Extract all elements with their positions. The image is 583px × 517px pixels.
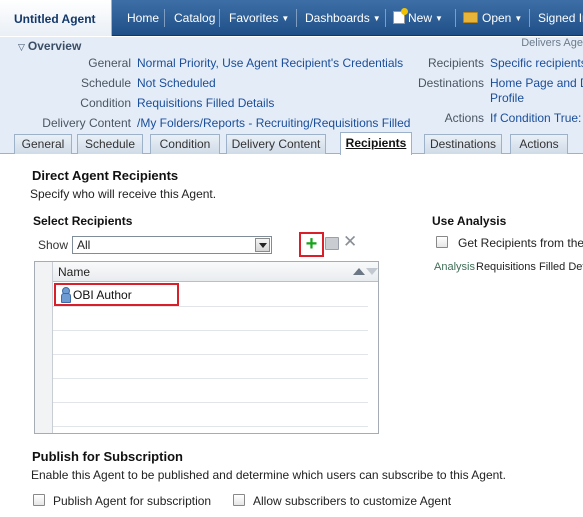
folder-icon xyxy=(463,12,478,23)
global-header: Untitled Agent Home Catalog Favorites ▼ D… xyxy=(0,0,583,36)
table-row-empty xyxy=(53,379,368,403)
nav-catalog[interactable]: Catalog xyxy=(174,0,215,36)
show-filter-select[interactable]: All xyxy=(72,236,272,254)
table-row-empty xyxy=(53,403,368,427)
table-row-empty xyxy=(53,307,368,331)
add-recipient-button[interactable]: + xyxy=(299,232,324,257)
overview-delivers-text: Delivers Age xyxy=(521,37,583,49)
nav-separator xyxy=(219,9,220,27)
overview-actions-label: Actions xyxy=(444,111,484,125)
overview-recipients-link[interactable]: Specific recipients xyxy=(490,56,583,70)
chevron-down-icon: ▼ xyxy=(435,14,443,23)
delete-icon[interactable]: ✕ xyxy=(343,233,357,251)
add-icon: + xyxy=(305,233,318,255)
nav-catalog-label: Catalog xyxy=(174,11,216,25)
table-header: Name xyxy=(53,262,378,282)
chevron-down-icon: ▼ xyxy=(372,14,381,23)
allow-customize-label: Allow subscribers to customize Agent xyxy=(253,494,452,508)
column-header-name[interactable]: Name xyxy=(58,265,90,279)
overview-recipients-label: Recipients xyxy=(427,56,484,70)
publish-description: Enable this Agent to be published and de… xyxy=(31,468,506,482)
nav-separator xyxy=(385,9,386,27)
sort-ascending-icon[interactable] xyxy=(353,268,365,275)
nav-home[interactable]: Home xyxy=(127,0,159,36)
tab-delivery-content[interactable]: Delivery Content xyxy=(226,134,326,154)
nav-signed-in[interactable]: Signed In xyxy=(538,0,583,36)
overview-title: Overview xyxy=(27,39,82,53)
overview-destinations-link[interactable]: Home Page and Das xyxy=(490,76,583,90)
publish-heading: Publish for Subscription xyxy=(32,449,183,464)
nav-new[interactable]: New ▼ xyxy=(393,0,443,36)
select-recipients-heading: Select Recipients xyxy=(33,214,133,228)
highlight-box xyxy=(54,283,179,306)
tab-bar: General Schedule Condition Delivery Cont… xyxy=(0,132,583,155)
sort-descending-icon[interactable] xyxy=(366,268,378,275)
nav-favorites-label: Favorites xyxy=(229,11,279,25)
get-recipients-checkbox[interactable] xyxy=(436,236,448,248)
tab-actions[interactable]: Actions xyxy=(510,134,568,154)
overview-general-label: General xyxy=(88,56,131,70)
analysis-value: Requisitions Filled Deta xyxy=(476,261,583,273)
nav-dashboards[interactable]: Dashboards ▼ xyxy=(305,0,381,36)
get-recipients-label: Get Recipients from the Ar xyxy=(458,236,583,250)
chevron-down-icon: ▼ xyxy=(514,14,523,23)
collapse-triangle-icon: ▽ xyxy=(18,42,25,52)
overview-condition-link[interactable]: Requisitions Filled Details xyxy=(137,96,274,110)
table-row-empty xyxy=(53,331,368,355)
overview-schedule-link[interactable]: Not Scheduled xyxy=(137,76,216,90)
nav-signed-in-label: Signed In xyxy=(538,11,583,25)
tab-destinations[interactable]: Destinations xyxy=(424,134,502,154)
use-analysis-heading: Use Analysis xyxy=(432,214,507,228)
nav-separator xyxy=(455,9,456,27)
overview-destinations-label: Destinations xyxy=(417,76,484,90)
direct-recipients-description: Specify who will receive this Agent. xyxy=(30,187,217,201)
tab-general[interactable]: General xyxy=(14,134,72,154)
overview-condition-label: Condition xyxy=(80,96,131,110)
tab-recipients[interactable]: Recipients xyxy=(340,132,412,155)
edit-recipient-icon[interactable] xyxy=(325,237,339,250)
overview-destinations-link-line2[interactable]: Profile xyxy=(490,91,524,105)
nav-separator xyxy=(164,9,165,27)
table-row-empty xyxy=(53,355,368,379)
agent-title: Untitled Agent xyxy=(0,0,112,36)
nav-home-label: Home xyxy=(127,11,160,25)
show-label: Show xyxy=(38,238,69,252)
publish-agent-checkbox[interactable] xyxy=(33,494,45,506)
publish-agent-label: Publish Agent for subscription xyxy=(53,494,212,508)
overview-delivery-content-link[interactable]: /My Folders/Reports - Recruiting/Requisi… xyxy=(137,116,410,130)
show-filter-value: All xyxy=(77,238,91,252)
overview-general-link[interactable]: Normal Priority, Use Agent Recipient's C… xyxy=(137,56,403,70)
overview-actions-link[interactable]: If Condition True: < xyxy=(490,111,583,125)
nav-dashboards-label: Dashboards xyxy=(305,11,370,25)
overview-panel: ▽ Overview Delivers Age General Normal Pr… xyxy=(0,37,583,132)
direct-recipients-heading: Direct Agent Recipients xyxy=(32,168,179,183)
nav-open[interactable]: Open ▼ xyxy=(463,0,522,36)
nav-separator xyxy=(529,9,530,27)
recipients-panel: Direct Agent Recipients Specify who will… xyxy=(0,155,583,517)
dropdown-arrow-icon[interactable] xyxy=(255,238,270,252)
overview-schedule-label: Schedule xyxy=(80,76,131,90)
nav-new-label: New xyxy=(408,11,433,25)
tab-schedule[interactable]: Schedule xyxy=(77,134,143,154)
analysis-label: Analysis xyxy=(434,261,475,273)
overview-delivery-content-label: Delivery Content xyxy=(42,116,131,130)
nav-separator xyxy=(296,9,297,27)
chevron-down-icon: ▼ xyxy=(281,14,290,23)
allow-customize-checkbox[interactable] xyxy=(233,494,245,506)
overview-toggle[interactable]: ▽ Overview xyxy=(18,39,81,53)
nav-favorites[interactable]: Favorites ▼ xyxy=(229,0,289,36)
tab-condition[interactable]: Condition xyxy=(150,134,220,154)
nav-open-label: Open xyxy=(482,11,512,25)
new-document-icon xyxy=(393,8,408,24)
row-selector-gutter xyxy=(35,262,53,433)
